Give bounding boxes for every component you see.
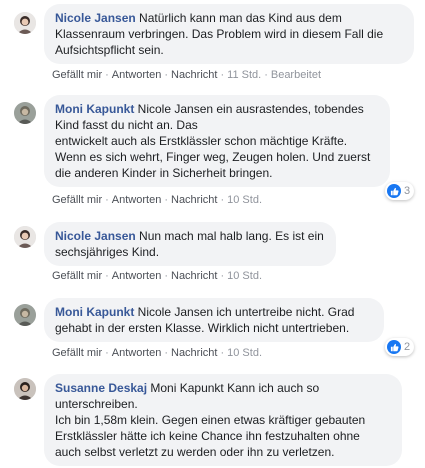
author-name[interactable]: Nicole Jansen — [55, 11, 136, 25]
like-link[interactable]: Gefällt mir — [52, 194, 102, 206]
message-link[interactable]: Nachricht — [171, 194, 217, 206]
author-name[interactable]: Nicole Jansen — [55, 229, 136, 243]
moni-avatar[interactable] — [14, 304, 36, 326]
like-link[interactable]: Gefällt mir — [52, 270, 102, 282]
edited-label[interactable]: Bearbeitet — [271, 69, 321, 81]
reaction-badge[interactable]: 3 — [385, 182, 415, 200]
nicole-avatar[interactable] — [14, 12, 36, 34]
timestamp[interactable]: 11 Std. — [227, 69, 261, 81]
susanne-avatar[interactable] — [14, 378, 36, 400]
comment-bubble: Moni Kapunkt Nicole Jansen ein ausrasten… — [44, 95, 390, 187]
comment-bubble: Moni Kapunkt Nicole Jansen ich untertrei… — [44, 298, 384, 342]
message-link[interactable]: Nachricht — [171, 69, 217, 81]
message-link[interactable]: Nachricht — [171, 347, 217, 359]
comment-actions: Gefällt mir · Antworten · Nachricht · 10 Std. — [52, 347, 262, 359]
reply-link[interactable]: Antworten — [112, 69, 162, 81]
author-name[interactable]: Moni Kapunkt — [55, 305, 134, 319]
author-name[interactable]: Moni Kapunkt — [55, 102, 134, 116]
reply-link[interactable]: Antworten — [112, 270, 162, 282]
comment-bubble: Nicole Jansen Natürlich kann man das Kin… — [44, 4, 414, 64]
timestamp[interactable]: 10 Std. — [227, 347, 262, 359]
reply-link[interactable]: Antworten — [112, 194, 162, 206]
like-link[interactable]: Gefällt mir — [52, 347, 102, 359]
comment-bubble: Nicole Jansen Nun mach mal halb lang. Es… — [44, 222, 336, 266]
thumbs-up-icon — [387, 340, 401, 354]
author-name[interactable]: Susanne Deskaj — [55, 381, 147, 395]
reaction-count: 3 — [404, 185, 411, 197]
reaction-count: 2 — [404, 341, 411, 353]
message-link[interactable]: Nachricht — [171, 270, 217, 282]
nicole-avatar[interactable] — [14, 226, 36, 248]
like-link[interactable]: Gefällt mir — [52, 69, 102, 81]
thumbs-up-icon — [387, 184, 401, 198]
timestamp[interactable]: 10 Std. — [227, 270, 262, 282]
timestamp[interactable]: 10 Std. — [227, 194, 262, 206]
reaction-badge[interactable]: 2 — [385, 338, 415, 356]
comment-actions: Gefällt mir · Antworten · Nachricht · 10 Std. — [52, 194, 262, 206]
reply-link[interactable]: Antworten — [112, 347, 162, 359]
moni-avatar[interactable] — [14, 102, 36, 124]
comment-bubble: Susanne Deskaj Moni Kapunkt Kann ich auc… — [44, 374, 402, 466]
comment-actions: Gefällt mir · Antworten · Nachricht · 11 Std. ·… — [52, 69, 322, 81]
comment-actions: Gefällt mir · Antworten · Nachricht · 10 Std. — [52, 270, 262, 282]
